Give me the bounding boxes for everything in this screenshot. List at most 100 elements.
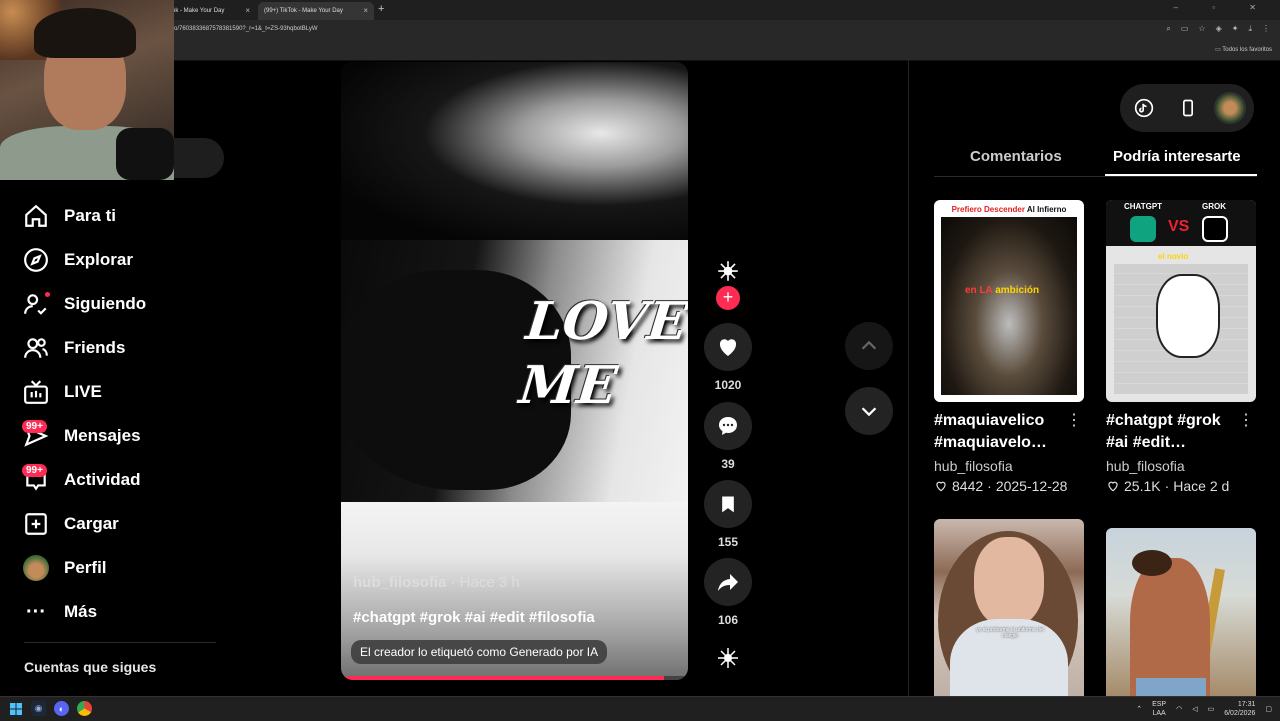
search-bar-partial[interactable] [174, 138, 224, 178]
label-chatgpt: CHATGPT [1124, 202, 1163, 211]
heart-icon [719, 339, 737, 356]
card-username[interactable]: hub_filosofia [1106, 458, 1256, 474]
video-thumbnail[interactable]: Prefiero Descender Al Infierno en LA amb… [934, 200, 1084, 402]
all-bookmarks-link[interactable]: ▭ Todos los favoritos [1215, 46, 1272, 53]
url-field[interactable]: o/7603833687578381590?_r=1&_t=ZS-93hqbot… [174, 26, 318, 32]
sidebar-item-mas[interactable]: ··· Más [22, 590, 222, 634]
clock-time: 17:31 [1237, 701, 1256, 708]
close-tab-icon[interactable]: × [363, 6, 368, 15]
card-date: 2025-12-28 [995, 478, 1068, 494]
discord-icon[interactable]: ◐ [54, 701, 69, 716]
thumbnail-caption: yo al probarme el uniforme del colegio [976, 627, 1044, 639]
notifications-icon[interactable]: ▢ [1265, 705, 1272, 713]
video-progress-bar[interactable] [341, 676, 688, 680]
sidebar-item-label: Siguiendo [64, 294, 147, 313]
recommended-video-card[interactable]: yo al probarme el uniforme del colegio [934, 519, 1084, 696]
card-likes: 25.1K [1124, 478, 1161, 494]
sidebar-item-para-ti[interactable]: Para ti [22, 194, 222, 238]
live-tv-icon [22, 378, 50, 406]
heart-outline-icon [1108, 481, 1118, 492]
like-button[interactable] [704, 323, 752, 371]
sidebar-nav: Para ti Explorar Siguiendo Friends LIVE … [22, 194, 222, 634]
video-thumbnail[interactable]: CHATGPT GROK VS el novio [1106, 200, 1256, 402]
previous-video-button[interactable] [845, 322, 893, 370]
wifi-icon[interactable]: ◠ [1176, 705, 1182, 713]
download-icon[interactable]: ⤓ [1248, 24, 1252, 34]
video-hashtags[interactable]: #chatgpt #grok #ai #edit #filosofia [353, 609, 595, 626]
new-tab-button[interactable]: + [378, 3, 384, 15]
next-video-button[interactable] [845, 387, 893, 435]
share-count: 106 [717, 613, 739, 627]
active-tab-indicator [1105, 174, 1257, 176]
sidebar-item-friends[interactable]: Friends [22, 326, 222, 370]
extension-icon[interactable]: ◈ [1216, 24, 1222, 34]
sidebar-item-actividad[interactable]: 99+ Actividad [22, 458, 222, 502]
panel-tabs: Comentarios Podría interesarte [934, 146, 1257, 177]
video-author[interactable]: hub_filosofia · Hace 3 h [353, 574, 520, 591]
video-thumbnail[interactable]: yo al probarme el uniforme del colegio [934, 519, 1084, 696]
battery-icon[interactable]: ▭ [1208, 705, 1215, 713]
header-actions [1120, 84, 1254, 132]
language-indicator[interactable]: ESP LAA [1152, 700, 1166, 718]
window-controls[interactable]: – ▫ ✕ [1174, 3, 1272, 12]
bookmark-star-icon[interactable]: ☆ [1198, 24, 1205, 34]
lang-bottom: LAA [1152, 710, 1166, 717]
more-icon: ··· [26, 600, 46, 623]
following-accounts-header: Cuentas que sigues [24, 659, 157, 675]
browser-tab[interactable]: kTok - Make Your Day × [160, 2, 256, 20]
sidebar-item-label: Perfil [64, 558, 107, 577]
music-disc-icon[interactable] [716, 646, 740, 670]
video-overlay-text: LOVE ME [516, 290, 688, 418]
microphone [116, 128, 174, 180]
tiktok-logo-icon[interactable] [1124, 88, 1164, 128]
save-button[interactable] [704, 480, 752, 528]
sidebar-item-siguiendo[interactable]: Siguiendo [22, 282, 222, 326]
card-meta: 8442 · 2025-12-28 [934, 478, 1084, 494]
cast-icon[interactable]: ▭ [1181, 24, 1189, 34]
author-name[interactable]: hub_filosofia [353, 574, 446, 591]
sidebar-item-mensajes[interactable]: 99+ Mensajes [22, 414, 222, 458]
sidebar-item-label: Cargar [64, 514, 119, 533]
clock[interactable]: 17:31 6/02/2026 [1224, 700, 1255, 718]
sidebar-item-cargar[interactable]: Cargar [22, 502, 222, 546]
close-tab-icon[interactable]: × [245, 6, 250, 15]
thumbnail-caption: Prefiero Descender Al Infierno [937, 205, 1081, 214]
windows-start-icon[interactable] [8, 701, 23, 716]
sidebar-item-explorar[interactable]: Explorar [22, 238, 222, 282]
more-options-icon[interactable]: ⋮ [1238, 410, 1254, 430]
sidebar-item-live[interactable]: LIVE [22, 370, 222, 414]
recommended-video-card[interactable] [1106, 528, 1256, 696]
follow-button[interactable]: + [716, 286, 740, 310]
video-player[interactable]: LOVE ME hub_filosofia · Hace 3 h #chatgp… [341, 62, 688, 680]
sidebar-item-perfil[interactable]: Perfil [22, 546, 222, 590]
tab-comentarios[interactable]: Comentarios [970, 148, 1062, 165]
sidebar-item-label: Mensajes [64, 426, 141, 445]
recommended-video-card[interactable]: Prefiero Descender Al Infierno en LA amb… [934, 200, 1084, 494]
steam-icon[interactable]: ◉ [31, 701, 46, 716]
card-title[interactable]: #maquiavelico #maquiavelo… [934, 410, 1070, 454]
volume-icon[interactable]: ◁ [1192, 705, 1197, 713]
comment-button[interactable] [704, 402, 752, 450]
friends-icon [22, 334, 50, 362]
chrome-icon[interactable] [77, 701, 92, 716]
tray-overflow-icon[interactable]: ⌃ [1136, 705, 1142, 713]
thumbnail-overlay-text: en LA ambición [965, 285, 1039, 296]
browser-tab-active[interactable]: (99+) TikTok - Make Your Day × [258, 2, 374, 20]
post-time: · Hace 3 h [446, 574, 520, 591]
card-username[interactable]: hub_filosofia [934, 458, 1084, 474]
card-title[interactable]: #chatgpt #grok #ai #edit… [1106, 410, 1242, 454]
profile-avatar[interactable] [1214, 92, 1246, 124]
video-thumbnail[interactable] [1106, 528, 1256, 696]
creator-avatar[interactable] [704, 258, 752, 286]
extensions-puzzle-icon[interactable]: ✦ [1232, 24, 1239, 34]
more-options-icon[interactable]: ⋮ [1066, 410, 1082, 430]
tab-podria-interesarte[interactable]: Podría interesarte [1113, 148, 1241, 165]
sidebar-item-label: Actividad [64, 470, 141, 489]
save-count: 155 [717, 535, 739, 549]
recommended-video-card[interactable]: CHATGPT GROK VS el novio #chatgpt #grok … [1106, 200, 1256, 494]
zoom-icon[interactable]: ⌕ [1166, 24, 1170, 34]
browser-menu-icon[interactable]: ⋮ [1262, 24, 1270, 34]
share-button[interactable] [704, 558, 752, 606]
address-bar: o/7603833687578381590?_r=1&_t=ZS-93hqbot… [0, 20, 1280, 42]
phone-icon[interactable] [1168, 88, 1208, 128]
